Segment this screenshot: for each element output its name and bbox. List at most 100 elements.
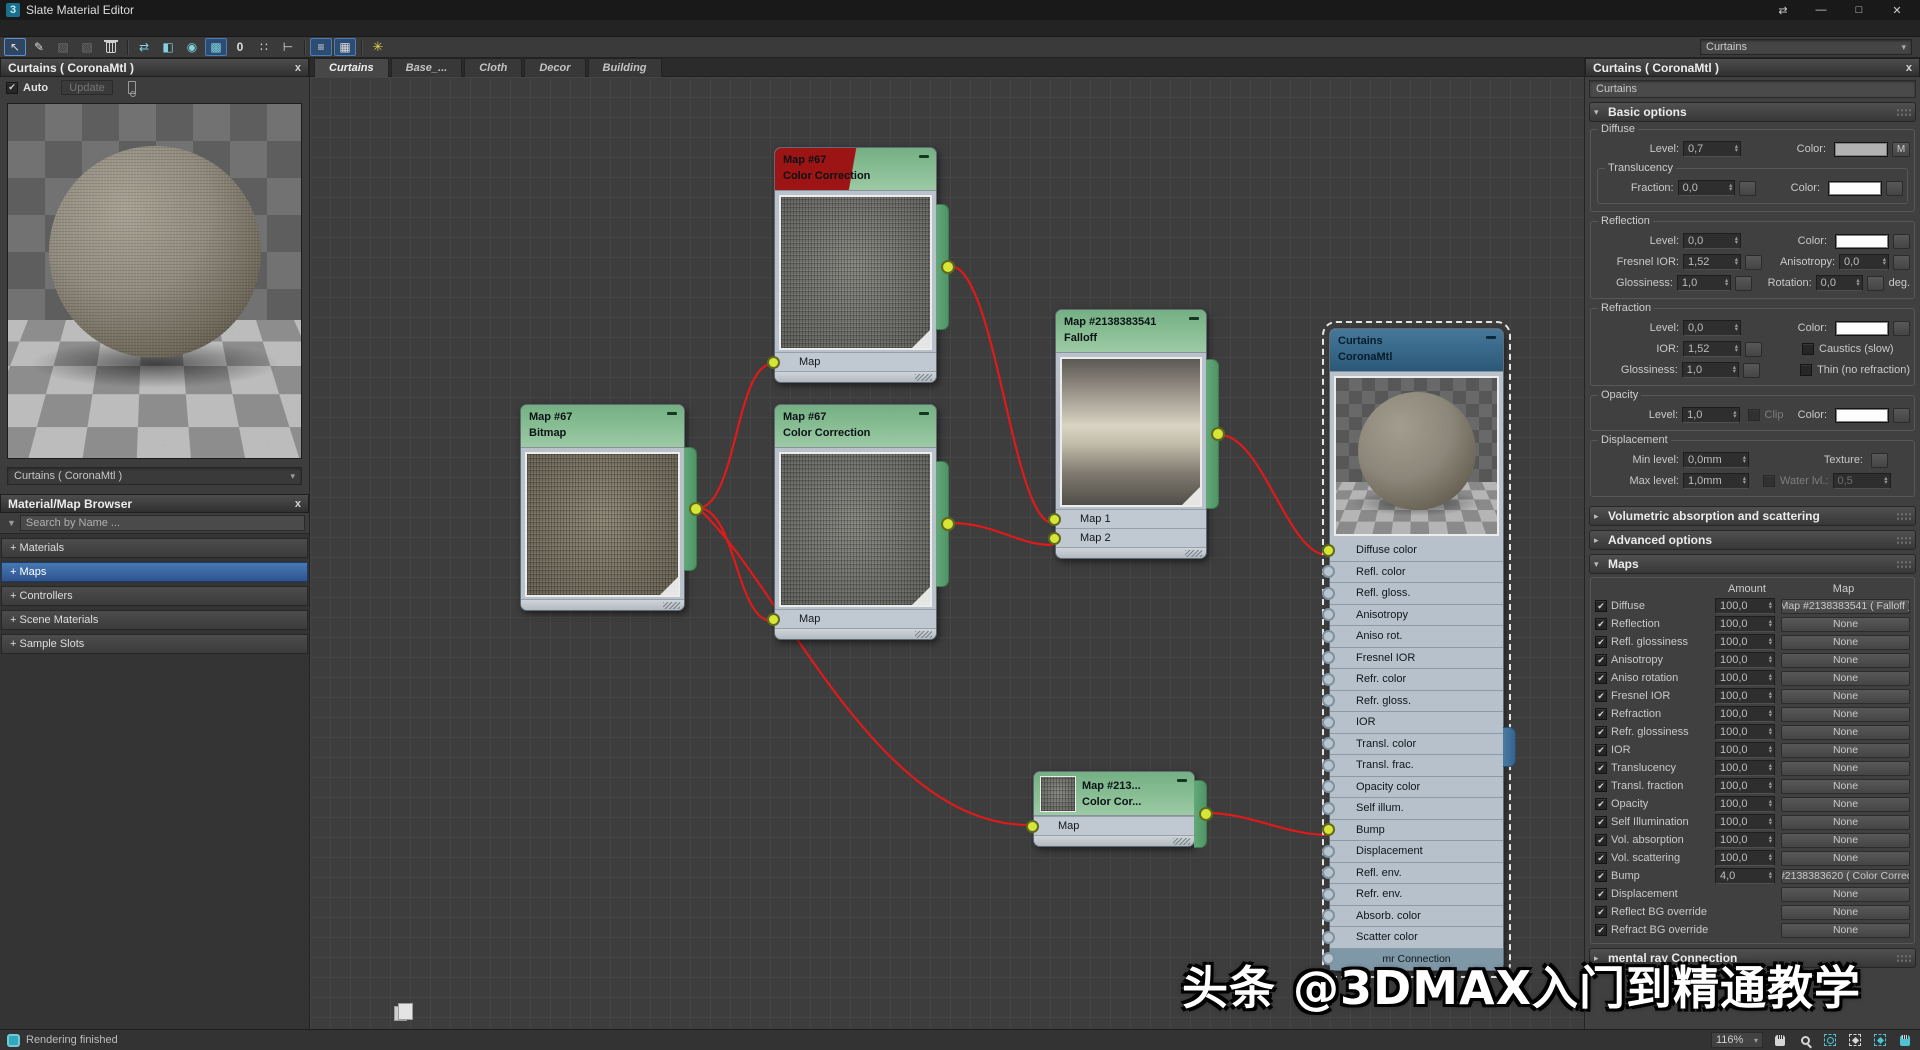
max-level-spinner[interactable]: 1,0mm ▴▾: [1683, 473, 1749, 489]
map-slot-button[interactable]: None: [1781, 635, 1910, 650]
output-dot-icon[interactable]: [941, 260, 955, 274]
input-connector-icon[interactable]: [1048, 513, 1061, 526]
spinner-arrows-icon[interactable]: ▴▾: [1769, 728, 1772, 737]
input-slot[interactable]: Refr. env.: [1330, 884, 1503, 906]
map-slot-button[interactable]: None: [1781, 671, 1910, 686]
show-end-result-icon[interactable]: 0: [229, 38, 251, 56]
preview-panel-header[interactable]: Curtains ( CoronaMtl ) x: [0, 58, 309, 77]
spinner-arrows-icon[interactable]: ▴▾: [1769, 674, 1772, 683]
spinner-arrows-icon[interactable]: ▴▾: [1769, 656, 1772, 665]
close-icon[interactable]: x: [1906, 62, 1912, 74]
fresnel-map-button[interactable]: [1745, 255, 1762, 270]
input-slot[interactable]: Map: [775, 352, 936, 371]
output-dot-icon[interactable]: [1199, 807, 1213, 821]
collapse-icon[interactable]: [1177, 779, 1187, 782]
input-slot[interactable]: Scatter color: [1330, 927, 1503, 949]
glossiness-map-button[interactable]: [1735, 276, 1752, 291]
caustics-checkbox[interactable]: [1802, 343, 1814, 355]
zoom-level-dropdown[interactable]: 116% ▾: [1711, 1032, 1763, 1048]
browser-category[interactable]: + Materials: [1, 538, 308, 558]
spinner-arrows-icon[interactable]: ▴▾: [1735, 237, 1738, 246]
spinner-arrows-icon[interactable]: ▴▾: [1735, 345, 1738, 354]
input-connector-icon[interactable]: [1322, 608, 1335, 621]
menu-item[interactable]: [6, 20, 24, 36]
input-connector-icon[interactable]: [1322, 931, 1335, 944]
pick-material-icon[interactable]: ✎: [28, 38, 50, 56]
material-output-connector[interactable]: [1503, 727, 1516, 767]
browser-category[interactable]: + Scene Materials: [1, 610, 308, 630]
input-slot[interactable]: Map: [775, 609, 936, 628]
resize-grip[interactable]: [775, 371, 936, 382]
material-parameter-editor-icon[interactable]: ≡: [310, 38, 332, 56]
diffuse-level-spinner[interactable]: 0,7 ▴▾: [1683, 141, 1741, 157]
browser-header[interactable]: Material/Map Browser x: [0, 494, 309, 513]
map-enable-checkbox[interactable]: ✔: [1595, 888, 1607, 900]
thin-checkbox[interactable]: [1800, 364, 1812, 376]
input-slot[interactable]: Bump: [1330, 820, 1503, 842]
input-slot[interactable]: Map 1: [1056, 509, 1206, 528]
active-material-combo[interactable]: Curtains ▾: [1700, 39, 1912, 55]
close-icon[interactable]: x: [295, 498, 301, 510]
spinner-arrows-icon[interactable]: ▴▾: [1856, 279, 1859, 288]
input-slot[interactable]: Diffuse color: [1330, 540, 1503, 562]
map-amount-spinner[interactable]: 100,0 ▴▾: [1715, 778, 1775, 794]
menu-item[interactable]: [24, 20, 42, 36]
displacement-texture-button[interactable]: [1871, 453, 1888, 468]
zoom-region-icon[interactable]: [1822, 1033, 1838, 1047]
map-enable-checkbox[interactable]: ✔: [1595, 762, 1607, 774]
node-header[interactable]: Map #67 Color Correction: [775, 148, 936, 191]
spinner-arrows-icon[interactable]: ▴▾: [1735, 258, 1738, 267]
input-slot[interactable]: Map: [1034, 816, 1194, 835]
map-enable-checkbox[interactable]: ✔: [1595, 852, 1607, 864]
assign-material-icon[interactable]: ▨: [52, 38, 74, 56]
map-amount-spinner[interactable]: 100,0 ▴▾: [1715, 796, 1775, 812]
output-dot-icon[interactable]: [941, 517, 955, 531]
resize-grip[interactable]: [1056, 547, 1206, 558]
water-level-spinner[interactable]: 0,5 ▴▾: [1833, 473, 1891, 489]
input-connector-icon[interactable]: [1322, 952, 1335, 965]
map-slot-button[interactable]: None: [1781, 923, 1910, 938]
input-connector-icon[interactable]: [1322, 651, 1335, 664]
reflection-color-map-button[interactable]: [1893, 234, 1910, 249]
view-tab[interactable]: Building: [588, 58, 662, 77]
input-connector-icon[interactable]: [1322, 673, 1335, 686]
input-slot[interactable]: Map 2: [1056, 528, 1206, 547]
spinner-arrows-icon[interactable]: ▴▾: [1735, 324, 1738, 333]
ior-map-button[interactable]: [1745, 342, 1762, 357]
node-color-correction-top[interactable]: Map #67 Color Correction Map: [774, 147, 937, 383]
output-connector[interactable]: [1194, 780, 1207, 848]
input-connector-icon[interactable]: [1048, 532, 1061, 545]
browser-category[interactable]: + Maps: [1, 562, 308, 582]
delete-selected-icon[interactable]: [100, 38, 122, 56]
reflection-color-swatch[interactable]: [1835, 234, 1889, 249]
map-slot-button[interactable]: None: [1781, 617, 1910, 632]
translucency-color-swatch[interactable]: [1828, 181, 1882, 196]
input-slot[interactable]: Anisotropy: [1330, 605, 1503, 627]
rollout-basic-options[interactable]: ▾ Basic options: [1589, 102, 1916, 122]
resize-grip[interactable]: [1034, 835, 1194, 846]
map-slot-button[interactable]: None: [1781, 653, 1910, 668]
navigator-icon[interactable]: ▦: [334, 38, 356, 56]
view-tab[interactable]: Base_...: [391, 58, 463, 77]
node-falloff[interactable]: Map #2138383541 Falloff Map 1 Map 2: [1055, 309, 1207, 559]
select-by-material-icon[interactable]: ✳: [367, 38, 389, 56]
menu-item[interactable]: [42, 20, 60, 36]
input-slot[interactable]: Refl. gloss.: [1330, 583, 1503, 605]
spinner-arrows-icon[interactable]: ▴▾: [1769, 800, 1772, 809]
refraction-ior-spinner[interactable]: 1,52 ▴▾: [1683, 341, 1741, 357]
map-amount-spinner[interactable]: 100,0 ▴▾: [1715, 688, 1775, 704]
node-header[interactable]: Map #67 Color Correction: [775, 405, 936, 448]
input-slot[interactable]: Transl. color: [1330, 734, 1503, 756]
refraction-glossiness-spinner[interactable]: 1,0 ▴▾: [1682, 362, 1739, 378]
clip-checkbox[interactable]: [1748, 409, 1760, 421]
node-color-correction-bottom[interactable]: Map #213... Color Cor... Map: [1033, 771, 1195, 847]
map-enable-checkbox[interactable]: ✔: [1595, 780, 1607, 792]
translucency-fraction-map-button[interactable]: [1739, 181, 1756, 196]
input-connector-icon[interactable]: [1322, 565, 1335, 578]
output-connector[interactable]: [684, 447, 697, 571]
map-slot-button[interactable]: None: [1781, 689, 1910, 704]
min-level-spinner[interactable]: 0,0mm ▴▾: [1683, 452, 1749, 468]
map-slot-button[interactable]: None: [1781, 797, 1910, 812]
diffuse-map-button[interactable]: M: [1892, 142, 1910, 157]
opacity-level-spinner[interactable]: 1,0 ▴▾: [1682, 407, 1739, 423]
